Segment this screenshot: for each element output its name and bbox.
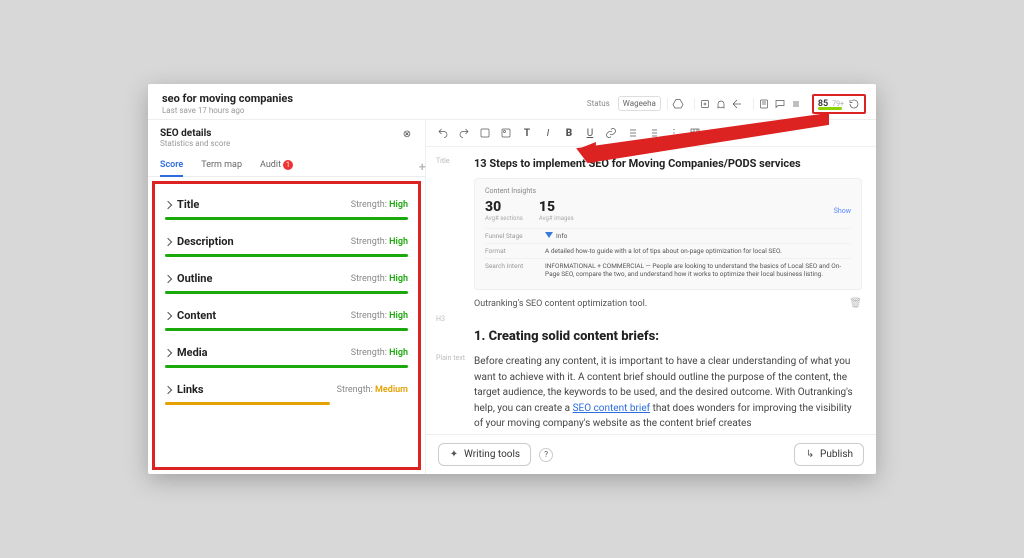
expand-panel-icon[interactable]: +	[419, 160, 431, 172]
strength-meter	[165, 254, 408, 257]
strength-meter	[165, 291, 408, 294]
editor-body[interactable]: Title 13 Steps to implement SEO for Movi…	[426, 147, 876, 434]
sparkle-icon: ✦	[449, 450, 459, 460]
metric-links[interactable]: LinksStrength: Medium	[159, 373, 414, 410]
drive-icon[interactable]	[672, 98, 684, 110]
body-paragraph[interactable]: Before creating any content, it is impor…	[474, 354, 862, 432]
share-icon[interactable]	[731, 98, 743, 110]
status-label: Status	[587, 99, 610, 108]
strength-meter	[165, 217, 408, 220]
undo-icon[interactable]	[436, 126, 450, 140]
last-save-text: Last save 17 hours ago	[162, 106, 293, 115]
italic-icon[interactable]: I	[541, 126, 555, 140]
show-toggle[interactable]: Show	[834, 207, 851, 215]
publish-icon: ↳	[805, 450, 815, 460]
seo-panel-subtitle: Statistics and score	[160, 139, 230, 148]
metric-outline[interactable]: OutlineStrength: High	[159, 262, 414, 299]
chevron-right-icon	[164, 311, 172, 319]
list-ul-icon[interactable]	[625, 126, 639, 140]
stat-images: 15	[539, 199, 574, 215]
topbar-left: seo for moving companies Last save 17 ho…	[162, 92, 293, 115]
document-title: seo for moving companies	[162, 92, 293, 105]
link-icon[interactable]	[604, 126, 618, 140]
audit-badge: 1	[283, 160, 293, 170]
metric-description[interactable]: DescriptionStrength: High	[159, 225, 414, 262]
tab-score[interactable]: Score	[160, 154, 183, 176]
bold-icon[interactable]: B	[562, 126, 576, 140]
editor-panel: T I B U ⋮ Title 13 Steps to implement SE…	[426, 120, 876, 474]
image-caption: Outranking's SEO content optimization to…	[474, 299, 647, 309]
gutter-plain-label: Plain text	[436, 354, 470, 432]
tab-audit[interactable]: Audit1	[260, 154, 293, 176]
article-title[interactable]: 13 Steps to implement SEO for Moving Com…	[474, 157, 862, 170]
seo-panel: + SEO details Statistics and score ⊗ Sco…	[148, 120, 426, 474]
chat-icon[interactable]	[774, 98, 786, 110]
list-ol-icon[interactable]	[646, 126, 660, 140]
metric-title[interactable]: TitleStrength: High	[159, 188, 414, 225]
refresh-icon[interactable]	[848, 98, 860, 110]
strength-meter	[165, 365, 408, 368]
trash-icon[interactable]: 🗑	[849, 298, 862, 309]
image-icon[interactable]	[499, 126, 513, 140]
insight-header: Content Insights	[485, 187, 851, 195]
help-icon[interactable]: ?	[539, 448, 553, 462]
section-heading[interactable]: 1. Creating solid content briefs:	[474, 329, 862, 344]
stat-sections: 30	[485, 199, 523, 215]
topbar: seo for moving companies Last save 17 ho…	[148, 84, 876, 120]
table-icon[interactable]	[688, 126, 702, 140]
topbar-right: Status Wageeha 85 79+	[587, 94, 866, 114]
settings-icon[interactable]	[790, 98, 802, 110]
editor-toolbar: T I B U ⋮	[426, 120, 876, 147]
publish-button[interactable]: ↳ Publish	[794, 443, 864, 466]
status-pill[interactable]: Wageeha	[618, 96, 661, 111]
text-icon[interactable]: T	[520, 126, 534, 140]
chevron-right-icon	[164, 385, 172, 393]
ghost-icon[interactable]	[715, 98, 727, 110]
chevron-right-icon	[164, 274, 172, 282]
underline-icon[interactable]: U	[583, 126, 597, 140]
gutter-h3-label: H3	[436, 315, 470, 354]
app-window: seo for moving companies Last save 17 ho…	[148, 84, 876, 474]
chevron-right-icon	[164, 200, 172, 208]
close-panel-icon[interactable]: ⊗	[401, 128, 413, 140]
seo-score-widget[interactable]: 85 79+	[812, 94, 866, 114]
heading-icon[interactable]	[478, 126, 492, 140]
gutter-title-label: Title	[436, 157, 470, 309]
chevron-right-icon	[164, 348, 172, 356]
export-icon[interactable]	[699, 98, 711, 110]
editor-footer: ✦ Writing tools ? ↳ Publish	[426, 434, 876, 474]
metric-media[interactable]: MediaStrength: High	[159, 336, 414, 373]
strength-meter	[165, 402, 330, 405]
seo-panel-header: SEO details Statistics and score ⊗	[148, 120, 425, 154]
seo-panel-title: SEO details	[160, 128, 230, 139]
redo-icon[interactable]	[457, 126, 471, 140]
content-brief-link[interactable]: SEO content brief	[573, 403, 651, 414]
chevron-right-icon	[164, 237, 172, 245]
seo-tabs: Score Term map Audit1	[148, 154, 425, 177]
main-area: + SEO details Statistics and score ⊗ Sco…	[148, 120, 876, 474]
score-bar	[818, 107, 842, 110]
score-metrics-highlight: TitleStrength: High DescriptionStrength:…	[152, 181, 421, 470]
tab-termmap[interactable]: Term map	[201, 154, 242, 176]
funnel-icon	[545, 232, 553, 238]
metric-content[interactable]: ContentStrength: High	[159, 299, 414, 336]
content-insights-card: Content Insights 30Avg# sections 15Avg# …	[474, 178, 862, 290]
more-icon[interactable]: ⋮	[667, 126, 681, 140]
strength-meter	[165, 328, 408, 331]
note-icon[interactable]	[758, 98, 770, 110]
writing-tools-button[interactable]: ✦ Writing tools	[438, 443, 531, 466]
